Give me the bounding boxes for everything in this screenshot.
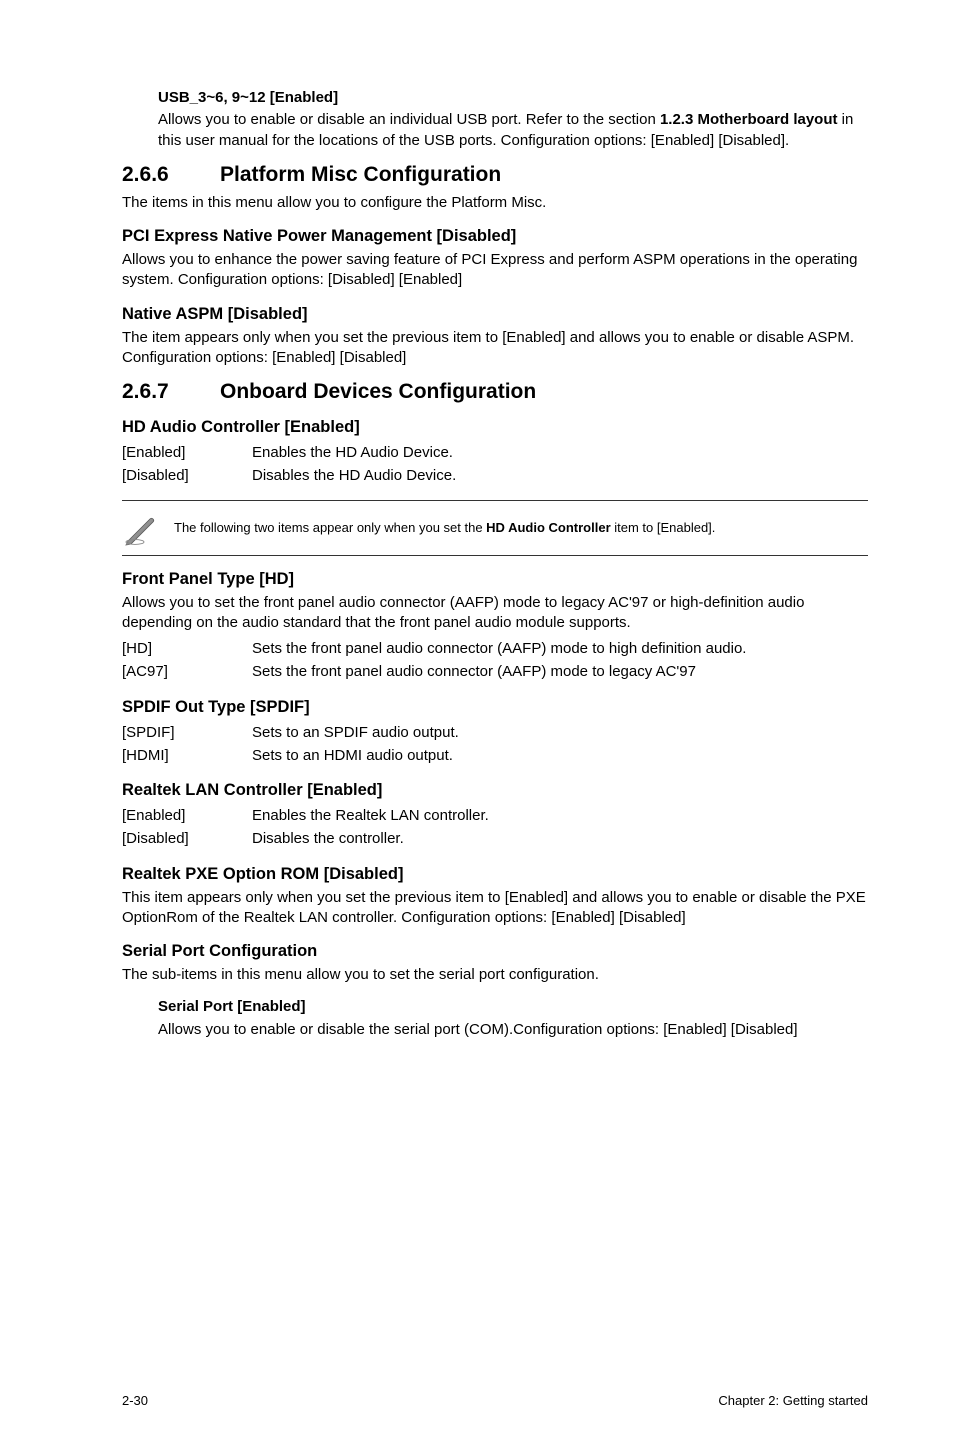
realtek-lan-title: Realtek LAN Controller [Enabled] [122, 781, 868, 800]
usb-body-text-1: Allows you to enable or disable an indiv… [158, 111, 660, 128]
kv-key: [SPDIF] [122, 721, 252, 744]
kv-row: [Disabled] Disables the HD Audio Device. [122, 464, 868, 487]
hd-audio-kv: [Enabled] Enables the HD Audio Device. [… [122, 441, 868, 488]
kv-val: Enables the Realtek LAN controller. [252, 804, 868, 827]
page-footer: 2-30 Chapter 2: Getting started [122, 1393, 868, 1408]
kv-key: [Disabled] [122, 464, 252, 487]
kv-val: Sets the front panel audio connector (AA… [252, 660, 868, 683]
front-panel-body: Allows you to set the front panel audio … [122, 593, 868, 634]
usb-sub-section: USB_3~6, 9~12 [Enabled] Allows you to en… [122, 88, 868, 151]
footer-chapter: Chapter 2: Getting started [718, 1393, 868, 1408]
usb-title: USB_3~6, 9~12 [Enabled] [158, 88, 868, 108]
kv-val: Enables the HD Audio Device. [252, 441, 868, 464]
kv-key: [Disabled] [122, 827, 252, 850]
kv-row: [Disabled] Disables the controller. [122, 827, 868, 850]
note-text: The following two items appear only when… [174, 519, 715, 537]
spdif-title: SPDIF Out Type [SPDIF] [122, 698, 868, 717]
kv-key: [Enabled] [122, 804, 252, 827]
section-266-number: 2.6.6 [122, 163, 220, 187]
kv-row: [SPDIF] Sets to an SPDIF audio output. [122, 721, 868, 744]
note-post: item to [Enabled]. [611, 520, 716, 535]
kv-row: [Enabled] Enables the Realtek LAN contro… [122, 804, 868, 827]
native-aspm-body: The item appears only when you set the p… [122, 328, 868, 369]
usb-body: Allows you to enable or disable an indiv… [158, 110, 868, 151]
serial-port-sub-section: Serial Port [Enabled] Allows you to enab… [122, 997, 868, 1040]
pci-title: PCI Express Native Power Management [Dis… [122, 227, 868, 246]
section-267-heading: 2.6.7Onboard Devices Configuration [122, 380, 868, 404]
note-pre: The following two items appear only when… [174, 520, 486, 535]
kv-val: Sets to an HDMI audio output. [252, 744, 868, 767]
pen-icon [122, 509, 174, 547]
document-page: USB_3~6, 9~12 [Enabled] Allows you to en… [0, 0, 954, 1438]
serial-port-body: Allows you to enable or disable the seri… [158, 1020, 868, 1040]
note-box: The following two items appear only when… [122, 500, 868, 556]
section-267-title: Onboard Devices Configuration [220, 380, 536, 403]
kv-key: [HDMI] [122, 744, 252, 767]
kv-val: Disables the controller. [252, 827, 868, 850]
kv-key: [AC97] [122, 660, 252, 683]
kv-row: [Enabled] Enables the HD Audio Device. [122, 441, 868, 464]
kv-key: [Enabled] [122, 441, 252, 464]
kv-val: Disables the HD Audio Device. [252, 464, 868, 487]
kv-row: [HD] Sets the front panel audio connecto… [122, 637, 868, 660]
section-266-lead: The items in this menu allow you to conf… [122, 193, 868, 213]
native-aspm-title: Native ASPM [Disabled] [122, 305, 868, 324]
kv-row: [HDMI] Sets to an HDMI audio output. [122, 744, 868, 767]
spdif-kv: [SPDIF] Sets to an SPDIF audio output. [… [122, 721, 868, 768]
section-266-title: Platform Misc Configuration [220, 163, 501, 186]
kv-val: Sets to an SPDIF audio output. [252, 721, 868, 744]
pci-body: Allows you to enhance the power saving f… [122, 250, 868, 291]
section-266-heading: 2.6.6Platform Misc Configuration [122, 163, 868, 187]
front-panel-kv: [HD] Sets the front panel audio connecto… [122, 637, 868, 684]
hd-audio-title: HD Audio Controller [Enabled] [122, 418, 868, 437]
pxe-title: Realtek PXE Option ROM [Disabled] [122, 865, 868, 884]
usb-body-strong: 1.2.3 Motherboard layout [660, 111, 838, 128]
realtek-lan-kv: [Enabled] Enables the Realtek LAN contro… [122, 804, 868, 851]
kv-val: Sets the front panel audio connector (AA… [252, 637, 868, 660]
kv-row: [AC97] Sets the front panel audio connec… [122, 660, 868, 683]
note-strong: HD Audio Controller [486, 520, 610, 535]
footer-page-number: 2-30 [122, 1393, 148, 1408]
serial-cfg-title: Serial Port Configuration [122, 942, 868, 961]
kv-key: [HD] [122, 637, 252, 660]
serial-cfg-body: The sub-items in this menu allow you to … [122, 965, 868, 985]
section-267-number: 2.6.7 [122, 380, 220, 404]
serial-port-title: Serial Port [Enabled] [158, 997, 868, 1017]
front-panel-title: Front Panel Type [HD] [122, 570, 868, 589]
pxe-body: This item appears only when you set the … [122, 888, 868, 929]
